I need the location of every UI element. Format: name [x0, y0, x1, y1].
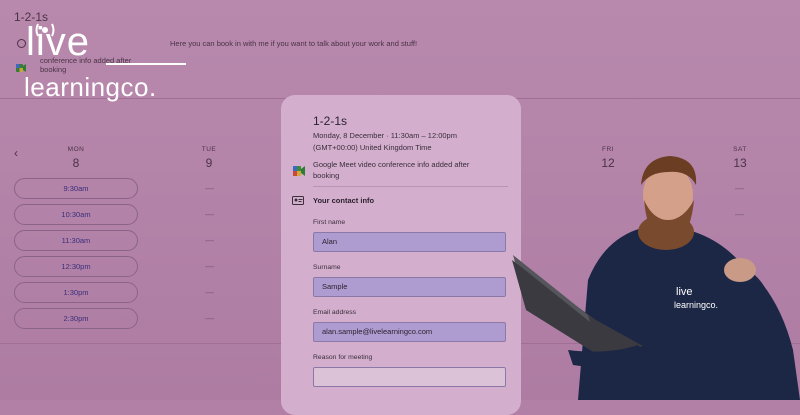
surname-field[interactable]: Sample [313, 277, 506, 297]
no-slot-dash: — [205, 261, 214, 271]
logo-word-learningco: learningco. [24, 72, 157, 102]
booking-timezone: (GMT+00:00) United Kingdom Time [313, 143, 432, 152]
logo-underline [106, 63, 186, 65]
time-slot-button[interactable]: 9:30am [14, 178, 138, 199]
chevron-left-icon[interactable]: ‹ [14, 146, 18, 160]
day-header-tue: TUE 9 [195, 146, 223, 170]
booking-datetime: Monday, 8 December · 11:30am – 12:00pm (… [313, 130, 457, 154]
time-slot-button[interactable]: 1:30pm [14, 282, 138, 303]
booking-title: 1-2-1s [313, 114, 348, 128]
google-meet-icon [293, 166, 305, 176]
contact-info-heading: Your contact info [313, 196, 375, 205]
background-description: Here you can book in with me if you want… [170, 39, 418, 48]
livelearningco-logo: live learningco. [22, 20, 187, 110]
presenter-photo: live learningco. [512, 156, 800, 400]
no-slot-dash: — [205, 209, 214, 219]
reason-label: Reason for meeting [313, 354, 373, 361]
logo-word-live: live [26, 20, 91, 64]
time-slot-button[interactable]: 11:30am [14, 230, 138, 251]
day-name: MON [67, 146, 85, 153]
booking-card: 1-2-1s Monday, 8 December · 11:30am – 12… [281, 95, 521, 415]
day-date: 9 [205, 156, 213, 170]
time-slot-button[interactable]: 12:30pm [14, 256, 138, 277]
time-slot-button[interactable]: 2:30pm [14, 308, 138, 329]
divider [313, 186, 508, 187]
email-field[interactable]: alan.sample@livelearningco.com [313, 322, 506, 342]
first-name-field[interactable]: Alan [313, 232, 506, 252]
time-slot-button[interactable]: 10:30am [14, 204, 138, 225]
first-name-label: First name [313, 219, 346, 226]
day-header-mon: MON 8 [62, 146, 90, 170]
contact-card-icon [292, 196, 304, 205]
no-slot-dash: — [205, 183, 214, 193]
no-slot-dash: — [205, 235, 214, 245]
booking-date: Monday, 8 December · 11:30am – 12:00pm [313, 131, 457, 140]
surname-label: Surname [313, 264, 341, 271]
no-slot-dash: — [205, 287, 214, 297]
email-label: Email address [313, 309, 357, 316]
day-name: TUE [201, 146, 217, 153]
meet-info: Google Meet video conference info added … [313, 160, 470, 180]
hoodie-logo-learningco: learningco. [674, 300, 718, 310]
no-slot-dash: — [205, 313, 214, 323]
hoodie-logo-live: live [676, 286, 693, 298]
reason-field[interactable] [313, 367, 506, 387]
day-date: 8 [72, 156, 80, 170]
